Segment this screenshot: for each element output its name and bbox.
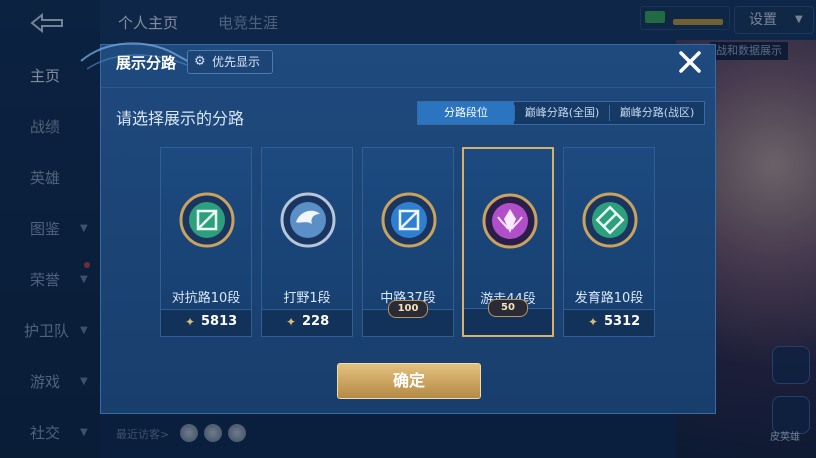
lane-card-clash[interactable]: 对抗路10段 ✦ 5813 xyxy=(160,147,252,337)
peak-score-icon: ✦ xyxy=(286,315,297,329)
lane-card-farm[interactable]: 发育路10段 ✦ 5312 xyxy=(563,147,655,337)
divider xyxy=(101,87,715,88)
card-footer: ✦ 5813 xyxy=(161,309,251,336)
tab-peak-region[interactable]: 巅峰分路(战区) xyxy=(610,102,704,124)
lane-card-jungle[interactable]: 打野1段 ✦ 228 xyxy=(261,147,353,337)
clash-lane-icon xyxy=(179,192,235,248)
mid-lane-icon xyxy=(381,192,437,248)
dialog-title: 展示分路 xyxy=(116,54,177,72)
peak-score-icon: ✦ xyxy=(588,315,599,329)
lane-type-tabs: 分路段位 巅峰分路(全国) 巅峰分路(战区) xyxy=(417,101,705,125)
lane-label: 对抗路10段 xyxy=(171,291,241,306)
card-footer: ✦ 5312 xyxy=(564,309,654,336)
lane-score: 5312 xyxy=(604,314,641,329)
lane-card-roam[interactable]: 游走44段 50 xyxy=(462,147,554,337)
star-badge: 50 xyxy=(488,299,528,317)
lane-score: 228 xyxy=(302,314,330,329)
priority-display-button[interactable]: ⚙ 优先显示 xyxy=(187,50,273,74)
card-footer: 50 xyxy=(464,299,552,335)
confirm-button[interactable]: 确定 xyxy=(337,363,481,399)
display-lane-dialog: 展示分路 ⚙ 优先显示 请选择展示的分路 分路段位 巅峰分路(全国) 巅峰分路(… xyxy=(80,42,716,414)
lane-label: 打野1段 xyxy=(283,291,331,306)
tab-lane-rank[interactable]: 分路段位 xyxy=(418,102,514,124)
lane-label: 发育路10段 xyxy=(574,291,644,306)
card-footer: ✦ 228 xyxy=(262,309,352,336)
lane-score: 5813 xyxy=(201,314,238,329)
roam-icon xyxy=(482,193,538,249)
peak-score-icon: ✦ xyxy=(185,315,196,329)
dialog-subtitle: 请选择展示的分路 xyxy=(116,109,245,128)
star-badge: 100 xyxy=(388,300,428,318)
jungle-icon xyxy=(280,192,336,248)
gear-icon: ⚙ xyxy=(194,54,206,69)
close-icon[interactable] xyxy=(677,49,703,75)
tab-peak-national[interactable]: 巅峰分路(全国) xyxy=(515,102,609,124)
card-footer: 100 xyxy=(363,300,453,336)
farm-lane-icon xyxy=(582,192,638,248)
lane-card-mid[interactable]: 中路37段 100 xyxy=(362,147,454,337)
